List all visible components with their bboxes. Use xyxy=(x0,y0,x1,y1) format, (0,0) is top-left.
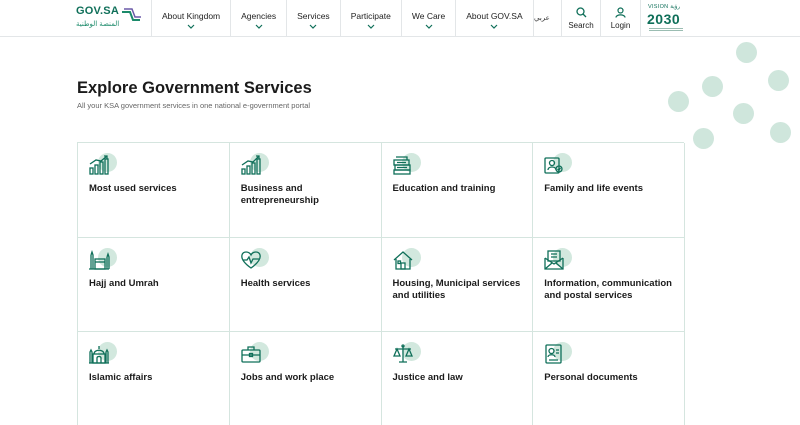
document-icon xyxy=(545,344,562,364)
category-title: Personal documents xyxy=(544,372,638,383)
login-button[interactable]: Login xyxy=(600,0,641,37)
category-card-education[interactable]: Education and training xyxy=(381,143,534,238)
decor-dot xyxy=(736,42,757,63)
search-icon xyxy=(575,7,586,18)
main-nav: About Kingdom Agencies Services Particip… xyxy=(151,0,534,37)
category-card-family[interactable]: Family and life events xyxy=(533,143,685,238)
nav-participate[interactable]: Participate xyxy=(339,0,401,37)
category-title: Housing, Municipal services and utilitie… xyxy=(392,277,521,301)
nav-we-care[interactable]: We Care xyxy=(400,0,455,37)
nav-about-gov-sa[interactable]: About GOV.SA xyxy=(455,0,534,37)
category-title: Justice and law xyxy=(392,372,463,383)
nav-label: About Kingdom xyxy=(162,10,221,21)
decor-dot xyxy=(770,122,791,143)
vision-2030-logo: VISION رؤية 2030 xyxy=(647,2,692,35)
category-title: Information, communication and postal se… xyxy=(544,277,672,301)
category-title: Education and training xyxy=(392,183,496,194)
category-title: Most used services xyxy=(89,183,177,194)
house-icon xyxy=(393,250,412,270)
category-card-information[interactable]: Information, communication and postal se… xyxy=(533,237,685,332)
page-title: Explore Government Services xyxy=(77,79,312,97)
category-title: Hajj and Umrah xyxy=(89,277,159,289)
login-label: Login xyxy=(610,21,631,30)
nav-label: Services xyxy=(297,10,330,21)
vision-year: 2030 xyxy=(647,11,681,27)
gov-sa-logo[interactable]: GOV.SA المنصة الوطنية xyxy=(76,4,151,34)
category-card-hajj[interactable]: Hajj and Umrah xyxy=(78,237,230,332)
nav-label: Agencies xyxy=(241,10,277,21)
chevron-down-icon xyxy=(255,24,263,29)
nav-label: About GOV.SA xyxy=(466,10,523,21)
decor-dot xyxy=(668,91,689,112)
category-title: Jobs and work place xyxy=(240,372,335,383)
category-title: Family and life events xyxy=(544,183,643,194)
chevron-down-icon xyxy=(367,24,375,29)
logo-subtitle: المنصة الوطنية xyxy=(76,21,120,28)
language-switch-link[interactable]: عربي xyxy=(534,14,550,22)
category-title: Business and entrepreneurship xyxy=(240,183,319,206)
chevron-down-icon xyxy=(491,24,498,29)
decor-dot xyxy=(733,103,754,124)
logo-mark-icon xyxy=(122,8,141,21)
chevron-down-icon xyxy=(425,24,432,29)
chevron-down-icon xyxy=(187,24,195,29)
vision-divider xyxy=(649,28,683,31)
bar-chart-icon xyxy=(89,155,109,175)
mosque-icon xyxy=(89,346,109,364)
scales-icon xyxy=(392,344,413,363)
logo-text: GOV.SA xyxy=(76,5,119,17)
books-icon xyxy=(392,156,411,175)
envelope-icon xyxy=(544,249,564,270)
category-card-business[interactable]: Business and entrepreneurship xyxy=(229,143,382,238)
decor-dot xyxy=(702,76,723,97)
heartbeat-icon xyxy=(240,250,261,269)
user-icon xyxy=(615,7,626,18)
category-card-jobs[interactable]: Jobs and work place xyxy=(229,332,382,425)
kaaba-icon xyxy=(89,249,110,270)
category-card-health[interactable]: Health services xyxy=(229,237,382,332)
service-category-grid: Most used services Business and entrepre… xyxy=(77,142,685,425)
briefcase-icon xyxy=(241,346,261,363)
category-card-housing[interactable]: Housing, Municipal services and utilitie… xyxy=(381,237,534,332)
vision-label: VISION رؤية xyxy=(648,4,681,10)
top-navigation-bar: GOV.SA المنصة الوطنية About Kingdom Agen… xyxy=(0,0,800,37)
nav-agencies[interactable]: Agencies xyxy=(230,0,286,37)
nav-about-kingdom[interactable]: About Kingdom xyxy=(151,0,230,37)
nav-label: We Care xyxy=(411,10,446,21)
category-title: Health services xyxy=(240,277,311,289)
category-card-islamic[interactable]: Islamic affairs xyxy=(78,332,230,425)
search-label: Search xyxy=(568,21,594,30)
category-card-most-used[interactable]: Most used services xyxy=(78,143,230,238)
page-subtitle: All your KSA government services in one … xyxy=(77,101,311,110)
decor-dot xyxy=(768,70,789,91)
growth-chart-icon xyxy=(241,155,261,175)
nav-label: Participate xyxy=(350,10,391,21)
search-button[interactable]: Search xyxy=(561,0,600,37)
nav-services[interactable]: Services xyxy=(286,0,340,37)
category-card-documents[interactable]: Personal documents xyxy=(533,332,685,425)
category-title: Islamic affairs xyxy=(89,372,153,383)
decor-dot xyxy=(693,128,714,149)
chevron-down-icon xyxy=(309,24,317,29)
category-card-justice[interactable]: Justice and law xyxy=(381,332,534,425)
family-icon xyxy=(544,157,563,174)
